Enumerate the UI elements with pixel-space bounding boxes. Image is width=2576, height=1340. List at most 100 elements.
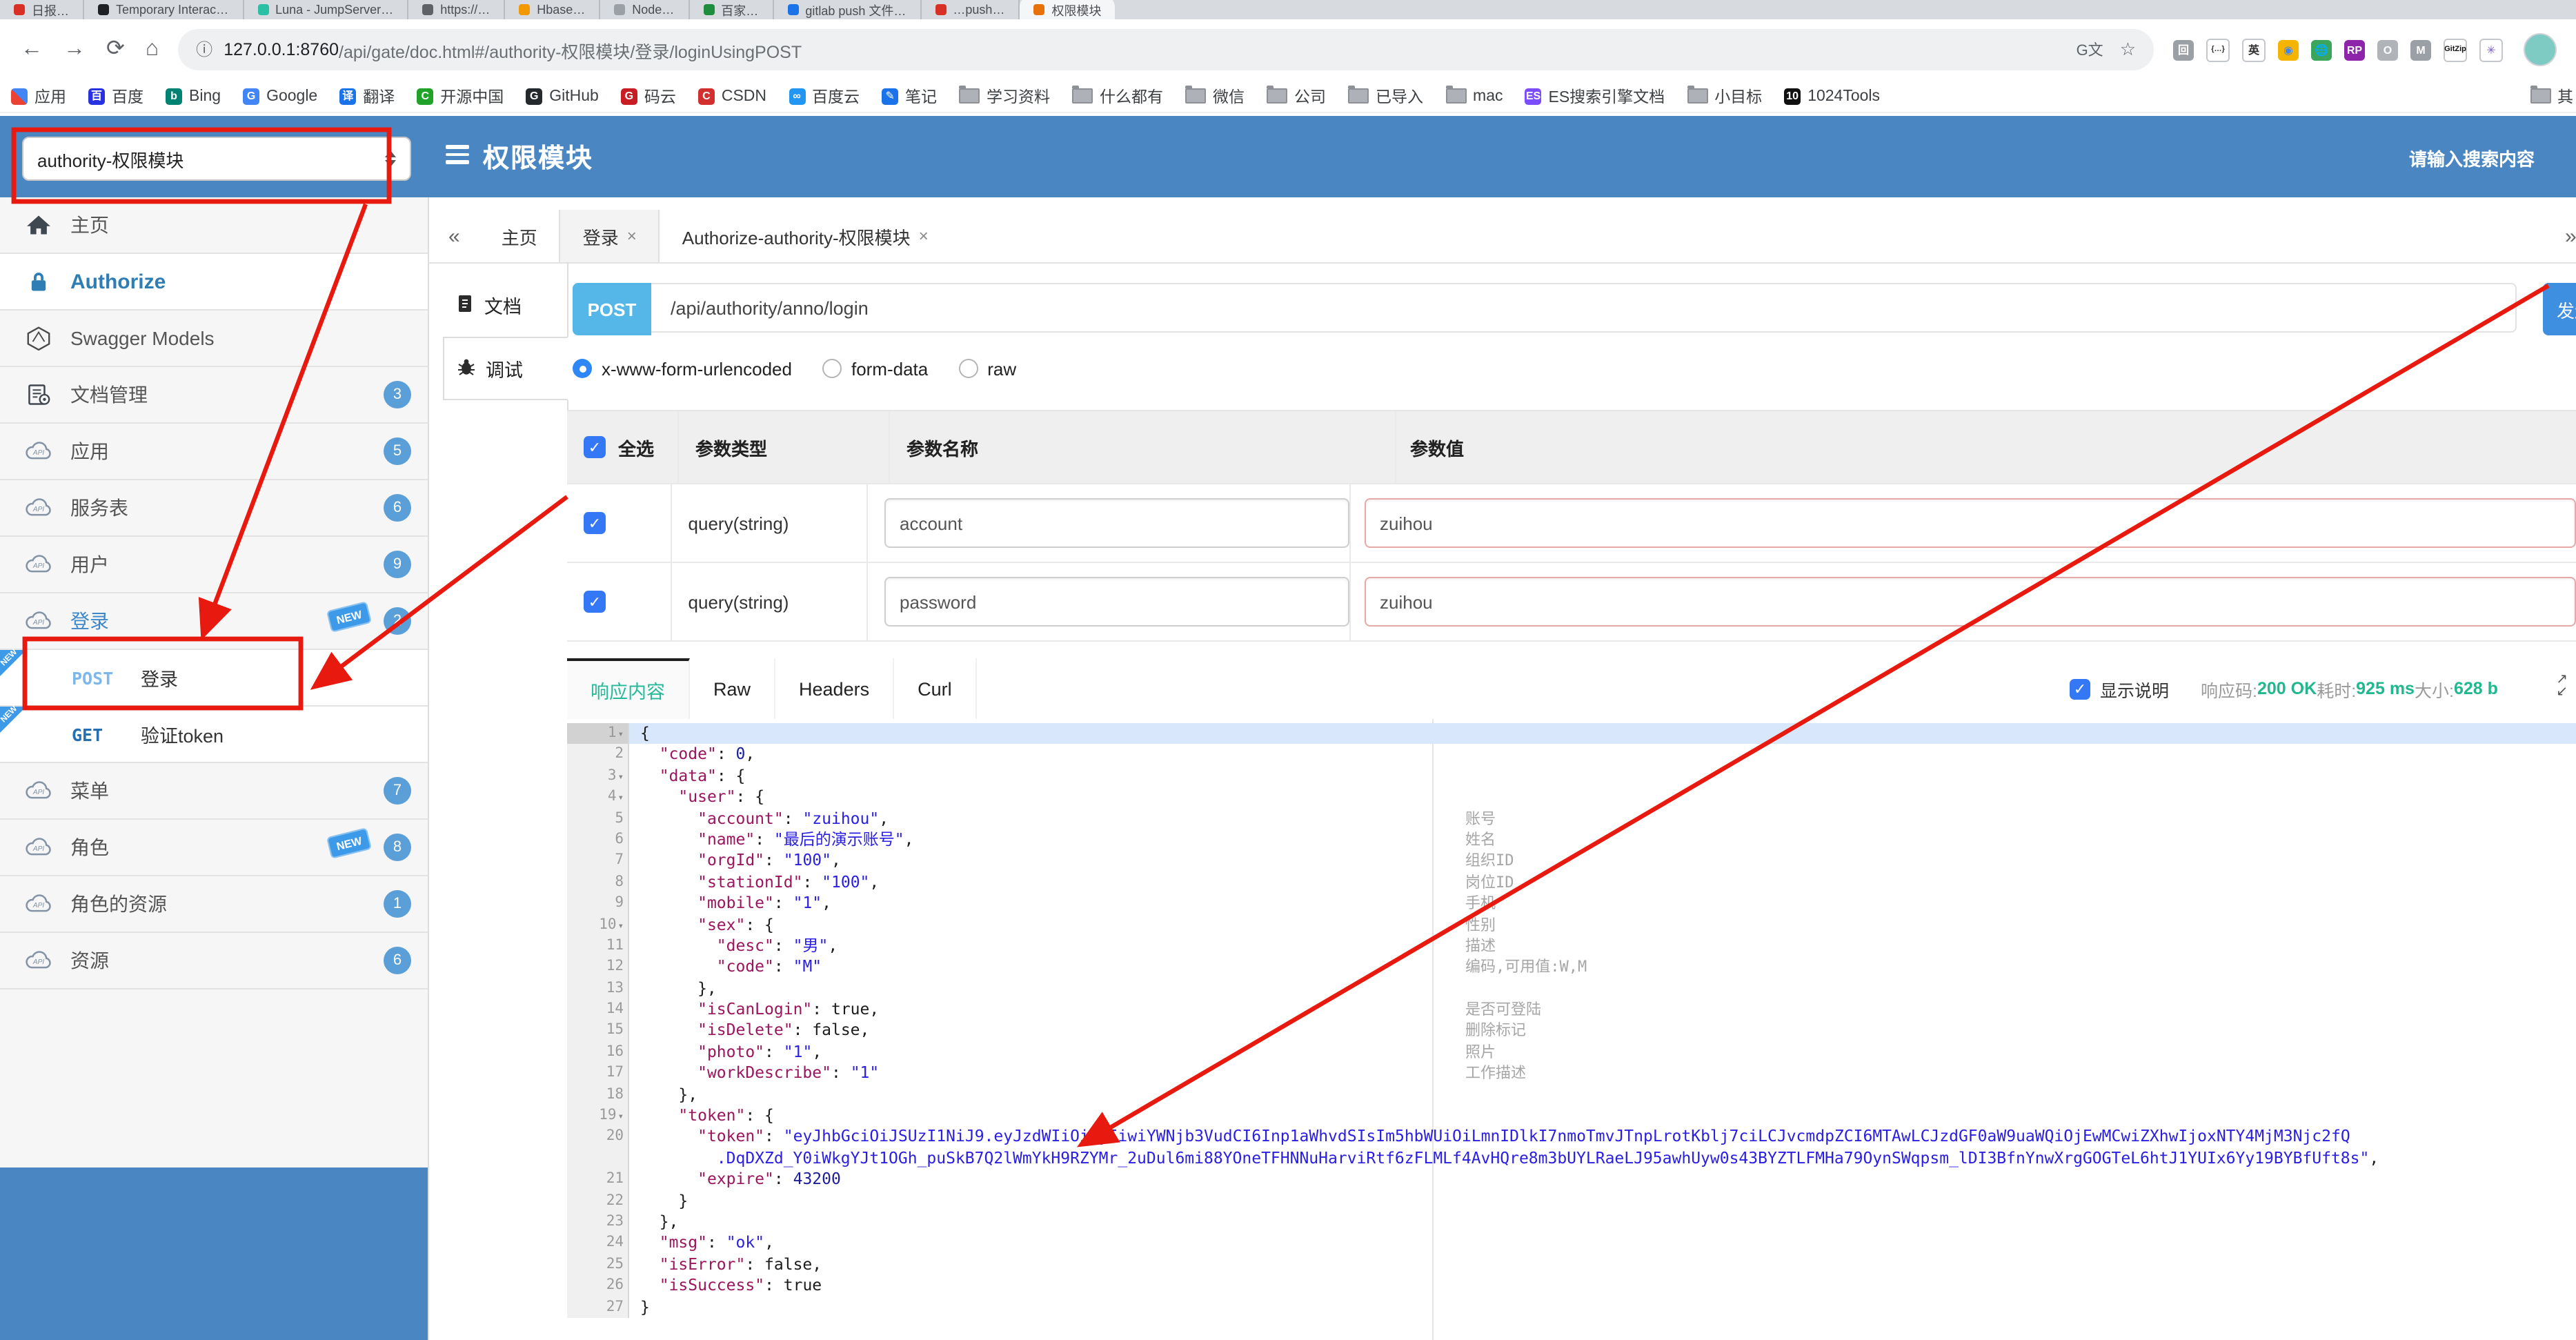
- extension-icon[interactable]: ✳: [2479, 38, 2503, 61]
- reload-icon[interactable]: ⟳: [106, 38, 125, 61]
- sidebar-item-用户[interactable]: API 用户 9: [0, 537, 428, 593]
- radio-icon[interactable]: [822, 359, 842, 378]
- request-url-input[interactable]: /api/authority/anno/login: [651, 283, 2517, 333]
- browser-tab[interactable]: Node…: [600, 0, 690, 19]
- bookmark-star-icon[interactable]: ☆: [2120, 39, 2136, 61]
- side-nav-文档[interactable]: 文档: [443, 273, 567, 337]
- extension-icon[interactable]: 🌐: [2311, 39, 2332, 60]
- param-checkbox[interactable]: ✓: [584, 512, 606, 534]
- workspace-tab-登录[interactable]: 登录 ×: [559, 210, 660, 262]
- sidebar-item-角色[interactable]: API 角色 NEW 8: [0, 820, 428, 876]
- sidebar-item-资源[interactable]: API 资源 6: [0, 933, 428, 989]
- bookmark-item[interactable]: 微信: [1174, 85, 1256, 107]
- sidebar-item-Authorize[interactable]: Authorize: [0, 254, 428, 311]
- radio-icon[interactable]: [573, 359, 592, 378]
- page-info-icon[interactable]: ⓘ: [196, 41, 212, 58]
- bookmark-item[interactable]: G Google: [232, 88, 328, 104]
- extension-icon[interactable]: M: [2410, 39, 2431, 60]
- collapse-tabs-icon[interactable]: «: [429, 210, 479, 262]
- bookmark-item[interactable]: 其: [2519, 85, 2576, 107]
- bookmark-item[interactable]: 公司: [1256, 85, 1337, 107]
- browser-tab[interactable]: 权限模块: [1020, 0, 1116, 19]
- param-name-input[interactable]: account: [884, 498, 1349, 548]
- sidebar-item-菜单[interactable]: API 菜单 7: [0, 763, 428, 820]
- back-icon[interactable]: ←: [21, 38, 43, 61]
- bookmark-item[interactable]: G GitHub: [515, 88, 610, 104]
- browser-tab[interactable]: gitlab push 文件…: [773, 0, 922, 19]
- bookmark-item[interactable]: 已导入: [1337, 85, 1434, 107]
- extension-icon[interactable]: ◉: [2278, 39, 2299, 60]
- home-icon[interactable]: ⌂: [146, 38, 159, 61]
- bookmark-item[interactable]: 什么都有: [1061, 85, 1174, 107]
- content-type-option[interactable]: x-www-form-urlencoded: [573, 358, 792, 379]
- send-button[interactable]: 发送: [2543, 283, 2576, 335]
- extension-icon[interactable]: 英: [2242, 38, 2266, 61]
- bookmark-item[interactable]: 10 1024Tools: [1773, 88, 1891, 104]
- browser-tab[interactable]: Luna - JumpServer…: [244, 0, 409, 19]
- expand-tabs-icon[interactable]: »: [2546, 210, 2576, 262]
- fold-icon[interactable]: ▾: [618, 771, 624, 782]
- fold-icon[interactable]: ▾: [618, 729, 624, 740]
- workspace-tab-Authorize-authority-权限模块[interactable]: Authorize-authority-权限模块 ×: [660, 210, 951, 262]
- browser-tab[interactable]: 日报…: [0, 0, 85, 19]
- address-bar[interactable]: ⓘ 127.0.0.1:8760/api/gate/doc.html#/auth…: [178, 29, 2154, 70]
- sidebar-item-主页[interactable]: 主页: [0, 197, 428, 254]
- fold-icon[interactable]: ▾: [618, 1111, 624, 1122]
- bookmark-item[interactable]: mac: [1434, 86, 1514, 104]
- extension-icon[interactable]: RP: [2344, 39, 2365, 60]
- response-body-editor[interactable]: 1 ▾{2 "code": 0, 3 ▾ "data": {4 ▾ "user": {5…: [567, 719, 2576, 1340]
- fold-icon[interactable]: ▾: [618, 920, 624, 931]
- bookmark-item[interactable]: G 码云: [610, 85, 687, 107]
- bookmark-item[interactable]: 应用: [0, 85, 77, 107]
- extension-icon[interactable]: O: [2377, 39, 2398, 60]
- param-value-input[interactable]: zuihou: [1365, 498, 2576, 548]
- response-tab-响应内容[interactable]: 响应内容: [567, 658, 690, 719]
- param-checkbox[interactable]: ✓: [584, 591, 606, 613]
- bookmark-item[interactable]: C 开源中国: [406, 85, 515, 107]
- browser-tab[interactable]: 百家…: [689, 0, 774, 19]
- extension-icon[interactable]: 回: [2173, 39, 2194, 60]
- workspace-tab-主页[interactable]: 主页: [479, 210, 559, 262]
- translate-icon[interactable]: G文: [2077, 39, 2103, 61]
- browser-tab[interactable]: https://…: [408, 0, 506, 19]
- sidebar-item-文档管理[interactable]: 文档管理 3: [0, 367, 428, 424]
- sidebar-item-应用[interactable]: API 应用 5: [0, 424, 428, 480]
- bookmark-item[interactable]: ∞ 百度云: [777, 85, 871, 107]
- sidebar-subitem-登录[interactable]: NEW POST 登录: [0, 649, 428, 707]
- show-desc-checkbox[interactable]: ✓: [2070, 678, 2090, 699]
- extension-icon[interactable]: {…}: [2206, 38, 2230, 61]
- browser-tab[interactable]: Temporary Interac…: [84, 0, 244, 19]
- sidebar-item-登录[interactable]: API 登录 NEW 2: [0, 593, 428, 650]
- module-select[interactable]: authority-权限模块: [22, 137, 411, 181]
- close-tab-icon[interactable]: ×: [627, 226, 637, 246]
- bookmark-item[interactable]: b Bing: [155, 88, 232, 104]
- response-tab-Headers[interactable]: Headers: [775, 658, 895, 719]
- profile-avatar[interactable]: [2524, 33, 2557, 66]
- sidebar-item-服务表[interactable]: API 服务表 6: [0, 480, 428, 537]
- bookmark-item[interactable]: ✎ 笔记: [871, 85, 948, 107]
- bookmark-item[interactable]: ES ES搜索引擎文档: [1514, 85, 1676, 107]
- sidebar-item-Swagger Models[interactable]: Swagger Models: [0, 311, 428, 367]
- content-type-option[interactable]: form-data: [822, 358, 928, 379]
- bookmark-item[interactable]: C CSDN: [687, 88, 777, 104]
- fullscreen-icon[interactable]: ↗ ↙: [2556, 673, 2568, 699]
- param-name-input[interactable]: password: [884, 577, 1349, 627]
- side-nav-调试[interactable]: 调试: [443, 337, 568, 400]
- select-all-checkbox[interactable]: ✓: [584, 436, 606, 458]
- bookmark-item[interactable]: 小目标: [1676, 85, 1773, 107]
- sidebar-item-角色的资源[interactable]: API 角色的资源 1: [0, 876, 428, 933]
- bookmark-item[interactable]: 译翻译: [328, 85, 406, 107]
- header-search-placeholder[interactable]: 请输入搜索内容: [2409, 145, 2535, 171]
- bookmark-item[interactable]: 百百度: [77, 85, 155, 107]
- browser-tab[interactable]: Hbase…: [505, 0, 601, 19]
- radio-icon[interactable]: [958, 359, 978, 378]
- fold-icon[interactable]: ▾: [618, 792, 624, 803]
- extension-icon[interactable]: GitZip: [2444, 38, 2467, 61]
- browser-tab[interactable]: …push…: [921, 0, 1020, 19]
- forward-icon[interactable]: →: [63, 38, 86, 61]
- content-type-option[interactable]: raw: [958, 358, 1016, 379]
- bookmark-item[interactable]: 学习资料: [948, 85, 1061, 107]
- sidebar-subitem-验证token[interactable]: NEW GET 验证token: [0, 705, 428, 763]
- response-tab-Curl[interactable]: Curl: [894, 658, 977, 719]
- close-tab-icon[interactable]: ×: [919, 226, 929, 246]
